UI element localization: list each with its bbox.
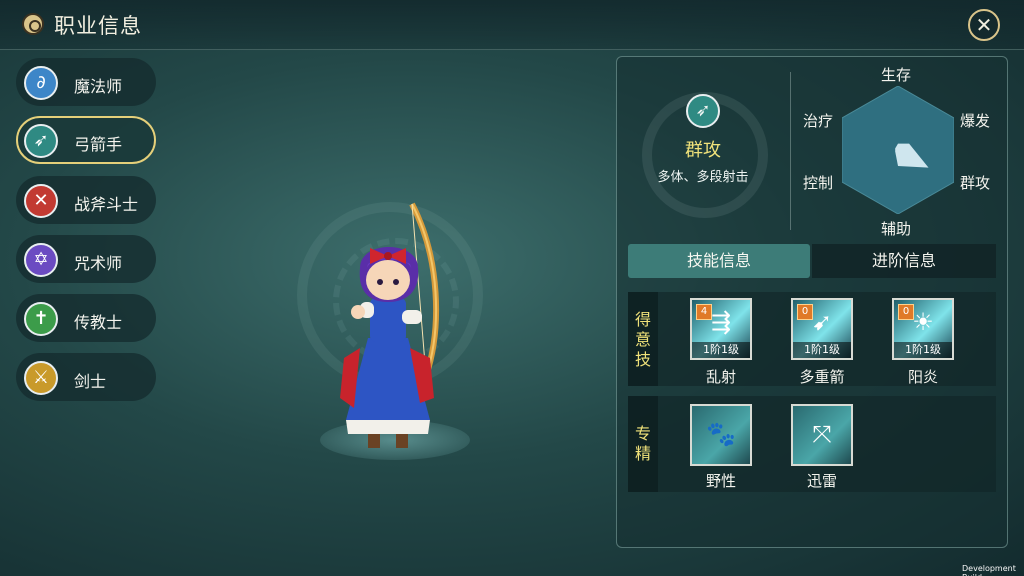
hexagram-icon: ✡: [24, 243, 58, 277]
skill-level-badge: 0: [898, 304, 914, 320]
attribute-radar-chart: [842, 86, 954, 214]
divider: [790, 72, 791, 230]
skill-level-badge: 4: [696, 304, 712, 320]
specialty-slot-wild[interactable]: 🐾: [690, 404, 752, 466]
radar-label-support: 辅助: [881, 220, 912, 238]
specialty-name: 野性: [705, 472, 736, 490]
class-item-warlock[interactable]: ✡ 咒术师: [16, 235, 156, 283]
specialty-slot-thunder[interactable]: ⤧: [791, 404, 853, 466]
tab-skill-info[interactable]: 技能信息: [628, 244, 810, 278]
class-item-swordsman[interactable]: ⚔ 剑士: [16, 353, 156, 401]
class-label: 剑士: [74, 372, 107, 391]
close-button[interactable]: ✕: [968, 9, 1000, 41]
radar-label-burst: 爆发: [960, 112, 991, 130]
specialty-tag: 专精: [628, 396, 658, 492]
class-label: 战斧斗士: [74, 195, 139, 214]
skill-slot-arrow-rain[interactable]: ⇶ 4 1阶1级: [690, 298, 752, 360]
specialty-name: 迅雷: [806, 472, 837, 490]
page-title: 职业信息: [54, 14, 142, 38]
radar-label-survival: 生存: [881, 66, 912, 84]
class-label: 魔法师: [74, 77, 123, 96]
skill-slot-multi-arrow[interactable]: ➹ 0 1阶1级: [791, 298, 853, 360]
skill-name: 多重箭: [799, 368, 845, 386]
magic-staff-icon: ∂: [24, 66, 58, 100]
bow-icon: ➶: [24, 124, 58, 158]
paw-icon: 🐾: [706, 420, 736, 448]
radar-label-aoe: 群攻: [960, 174, 991, 192]
skill-slot-sun-flame[interactable]: ☀ 0 1阶1级: [892, 298, 954, 360]
skill-grade: 1阶1级: [793, 342, 851, 358]
class-item-archer[interactable]: ➶ 弓箭手: [16, 116, 156, 164]
class-item-axe-fighter[interactable]: ✕ 战斧斗士: [16, 176, 156, 224]
development-build-label: Development Build: [962, 564, 1016, 576]
sword-icon: ⚔: [24, 361, 58, 395]
class-label: 弓箭手: [74, 135, 123, 154]
favorite-skills-tag: 得意技: [628, 292, 658, 386]
radar-label-control: 控制: [803, 174, 834, 192]
class-label: 咒术师: [74, 254, 123, 273]
class-item-priest[interactable]: ✝ 传教士: [16, 294, 156, 342]
bow-icon: ➶: [686, 94, 720, 128]
specialty-description: 多体、多段射击: [657, 170, 749, 185]
radar-label-healing: 治疗: [803, 112, 834, 130]
archer-character[interactable]: [330, 198, 460, 458]
tab-advance-info[interactable]: 进阶信息: [812, 244, 996, 278]
skill-name: 乱射: [705, 368, 736, 386]
axe-icon: ✕: [24, 184, 58, 218]
skill-name: 阳炎: [907, 368, 938, 386]
skill-grade: 1阶1级: [894, 342, 952, 358]
cross-icon: ✝: [24, 302, 58, 336]
crossed-arrows-icon: ⤧: [812, 420, 832, 448]
class-label: 传教士: [74, 313, 123, 332]
gear-icon: [22, 13, 44, 35]
specialty-name: 群攻: [685, 140, 721, 161]
header-bar: 职业信息: [0, 0, 1024, 50]
skill-level-badge: 0: [797, 304, 813, 320]
skill-grade: 1阶1级: [692, 342, 750, 358]
class-item-mage[interactable]: ∂ 魔法师: [16, 58, 156, 106]
